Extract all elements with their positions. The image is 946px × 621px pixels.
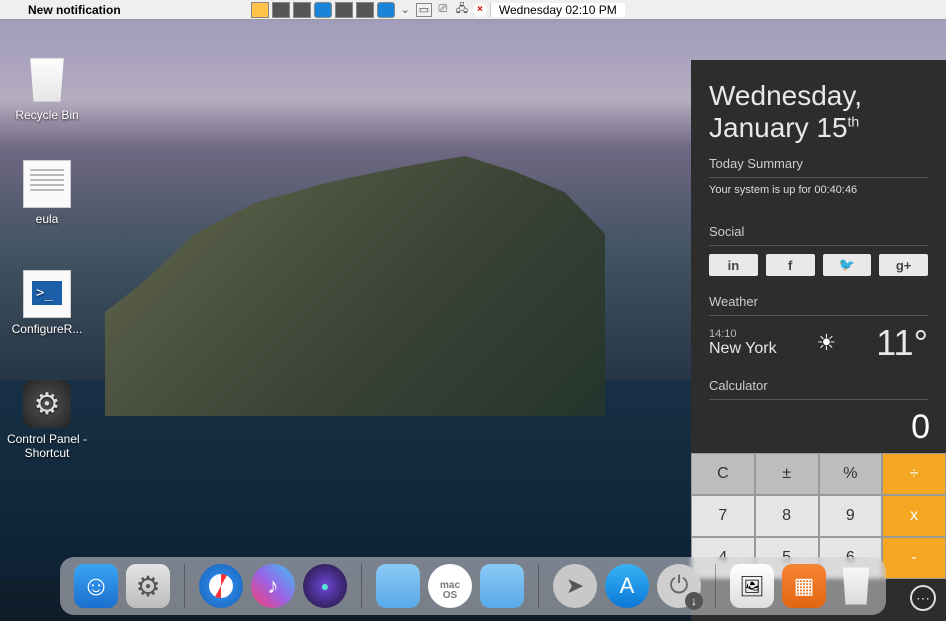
calculator: 0 C ± % ÷ 7 8 9 x 4 5 6 - <box>691 406 946 579</box>
dock-appstore-icon[interactable] <box>605 564 649 608</box>
desktop-icon-label: Control Panel - Shortcut <box>6 432 88 460</box>
weather-title: Weather <box>709 294 928 316</box>
desktop-icon-configure[interactable]: ConfigureR... <box>6 270 88 336</box>
menubar-datetime[interactable]: Wednesday 02:10 PM <box>490 3 625 17</box>
recycle-bin-icon <box>23 56 71 104</box>
dock-separator <box>361 564 362 608</box>
calc-plusminus-button[interactable]: ± <box>755 453 819 495</box>
tray-window-icon[interactable] <box>272 2 290 18</box>
desktop-icon-eula[interactable]: eula <box>6 160 88 226</box>
tray-network-icon[interactable]: 🖧 <box>454 3 470 17</box>
tray-screen-icon[interactable]: ⎚ <box>435 3 451 17</box>
dock-power-icon[interactable]: ↓ <box>657 564 701 608</box>
download-badge-icon: ↓ <box>685 592 703 610</box>
weather-time: 14:10 <box>709 328 777 340</box>
menubar-app-title[interactable]: New notification <box>18 3 131 17</box>
calc-8-button[interactable]: 8 <box>755 495 819 537</box>
tray-explorer-icon[interactable] <box>251 2 269 18</box>
sidebar-date-suffix: th <box>848 114 860 130</box>
dock-separator <box>715 564 716 608</box>
desktop-icon-label: Recycle Bin <box>6 108 88 122</box>
uptime-prefix: Your system is up for <box>709 184 814 196</box>
dock-music-icon[interactable] <box>251 564 295 608</box>
powershell-file-icon <box>23 270 71 318</box>
social-twitter-button[interactable]: 🐦 <box>823 254 872 276</box>
dock-siri-icon[interactable] <box>303 564 347 608</box>
dock-macos-icon[interactable]: mac OS <box>428 564 472 608</box>
dock-separator <box>184 564 185 608</box>
calc-7-button[interactable]: 7 <box>691 495 755 537</box>
tray-security-alert-icon[interactable]: × <box>473 3 487 17</box>
dock-stack-pictures-icon[interactable] <box>730 564 774 608</box>
dock-launchpad-icon[interactable] <box>553 564 597 608</box>
calc-percent-button[interactable]: % <box>819 453 883 495</box>
weather-city: New York <box>709 340 777 358</box>
tray-window-icon[interactable] <box>293 2 311 18</box>
today-summary-title: Today Summary <box>709 156 928 178</box>
social-title: Social <box>709 224 928 246</box>
desktop-icon-control-panel[interactable]: Control Panel - Shortcut <box>6 380 88 460</box>
social-googleplus-button[interactable]: g+ <box>879 254 928 276</box>
menubar: New notification ⌄ ▭ ⎚ 🖧 × Wednesday 02:… <box>0 0 946 20</box>
social-linkedin-button[interactable]: in <box>709 254 758 276</box>
tray-chevron-icon[interactable]: ⌄ <box>398 3 413 16</box>
uptime-value: 00:40:46 <box>814 184 857 196</box>
sidebar-date: Wednesday, January 15th <box>709 80 928 144</box>
social-facebook-button[interactable]: f <box>766 254 815 276</box>
dock-finder-icon[interactable] <box>74 564 118 608</box>
social-row: in f 🐦 g+ <box>709 254 928 276</box>
desktop-icon-recycle-bin[interactable]: Recycle Bin <box>6 56 88 122</box>
dock-folder-icon[interactable] <box>376 564 420 608</box>
tray-battery-icon[interactable]: ▭ <box>416 3 432 17</box>
sidebar-date-text: Wednesday, January 15 <box>709 80 862 143</box>
dock-trash-icon[interactable] <box>834 564 878 608</box>
desktop-icon-label: ConfigureR... <box>6 322 88 336</box>
tray-window-icon[interactable] <box>356 2 374 18</box>
calculator-title: Calculator <box>709 378 928 400</box>
weather-location: 14:10 New York <box>709 328 777 358</box>
dock: mac OS ↓ <box>60 557 886 615</box>
dock-system-preferences-icon[interactable] <box>126 564 170 608</box>
calc-subtract-button[interactable]: - <box>882 537 946 579</box>
text-file-icon <box>23 160 71 208</box>
calc-clear-button[interactable]: C <box>691 453 755 495</box>
uptime-text: Your system is up for 00:40:46 <box>709 184 928 196</box>
menubar-tray: ⌄ ▭ ⎚ 🖧 × Wednesday 02:10 PM <box>251 2 625 18</box>
wallpaper-island <box>105 156 605 416</box>
weather-sun-icon: ☀ <box>817 330 837 356</box>
dock-folder-icon[interactable] <box>480 564 524 608</box>
weather-row[interactable]: 14:10 New York ☀ 11° <box>709 322 928 364</box>
sidebar-panel: Wednesday, January 15th Today Summary Yo… <box>691 60 946 621</box>
desktop-icon-label: eula <box>6 212 88 226</box>
dock-separator <box>538 564 539 608</box>
calc-divide-button[interactable]: ÷ <box>882 453 946 495</box>
calc-display: 0 <box>691 406 946 453</box>
control-panel-icon <box>23 380 71 428</box>
dock-safari-icon[interactable] <box>199 564 243 608</box>
tray-window-icon[interactable] <box>335 2 353 18</box>
calc-multiply-button[interactable]: x <box>882 495 946 537</box>
weather-temp: 11° <box>876 322 928 364</box>
overflow-menu-button[interactable]: ⋯ <box>910 585 936 611</box>
tray-edge-icon[interactable] <box>314 2 332 18</box>
tray-edge-icon[interactable] <box>377 2 395 18</box>
dock-stack-apps-icon[interactable] <box>782 564 826 608</box>
calc-9-button[interactable]: 9 <box>819 495 883 537</box>
